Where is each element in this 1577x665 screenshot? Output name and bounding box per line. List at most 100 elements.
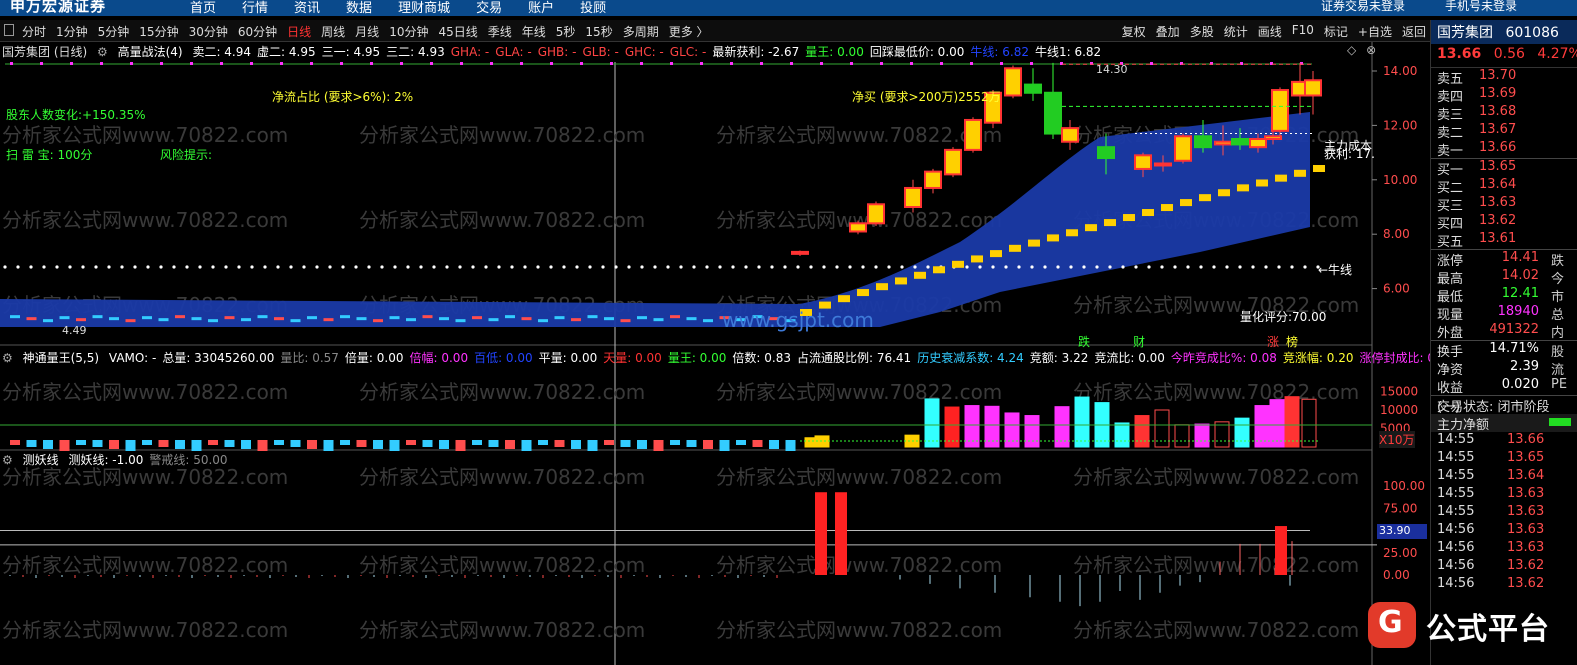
tool-button-1[interactable]: 叠加 [1156,23,1180,40]
mid-indicator-name[interactable]: 神通量王(5,5) [23,351,99,365]
period-tab-8[interactable]: 月线 [355,23,379,40]
panel-toggle-icon[interactable] [4,24,14,36]
tool-button-7[interactable]: +自选 [1358,23,1392,40]
small-volume-bar [439,440,449,449]
sell-row[interactable]: 卖一 13.66 [1431,140,1577,159]
tool-button-4[interactable]: 画线 [1258,23,1282,40]
sell-row[interactable]: 卖四 13.69 [1431,86,1577,105]
tick-row: 14:56 13.62 [1431,558,1577,576]
menu-news[interactable]: 资讯 [294,0,320,16]
period-tab-1[interactable]: 1分钟 [56,23,88,40]
main-indicator-name[interactable]: 高量战法(4) [118,45,183,59]
sell-row[interactable]: 卖五 13.70 [1431,68,1577,87]
marker-dot [670,62,673,65]
tool-button-6[interactable]: 标记 [1324,23,1348,40]
bull-line-dot [614,265,618,269]
settings-icon-mid[interactable]: ⚙ [2,351,13,365]
chart-tools: 复权 叠加 多股 统计 画线 F10 标记 +自选 返回 [1122,23,1426,40]
bull-line-dot [822,265,826,269]
trade-login-link[interactable]: 证券交易未登录 [1321,0,1405,14]
period-tab-15[interactable]: 多周期 [623,23,659,40]
candle-body [1024,83,1042,94]
small-volume-bar [785,440,796,451]
low-indicator-name[interactable]: 测妖线 [23,453,59,467]
quote-panel: 国芳集团 601086 13.66 0.56 4.27% 卖五 13.70 卖四 13… [1430,20,1577,665]
small-volume-bar [356,440,367,447]
sell-row[interactable]: 卖三 13.68 [1431,104,1577,123]
main-flow-header[interactable]: 主力净额 [1431,414,1577,433]
buy-price: 13.62 [1479,213,1517,228]
small-volume-bar [703,440,713,449]
period-tab-2[interactable]: 5分钟 [98,23,130,40]
bull-line-dot [341,265,345,269]
tool-button-5[interactable]: F10 [1292,23,1314,40]
period-tab-6[interactable]: 日线 [287,23,311,40]
diamond-icon[interactable]: ◇ [1347,43,1356,57]
period-tab-3[interactable]: 15分钟 [139,23,178,40]
mobile-login-link[interactable]: 手机号未登录 [1445,0,1517,14]
period-tab-10[interactable]: 45日线 [438,23,477,40]
menu-quotes[interactable]: 行情 [242,0,268,16]
menu-advisor[interactable]: 投顾 [580,0,606,16]
low-ind-item-0: 测妖线: -1.00 [68,453,144,467]
bull-line-dot [302,265,306,269]
main-ind-item-11: 量王: 0.00 [805,45,864,59]
sell-price: 13.67 [1479,122,1517,137]
buy-row[interactable]: 买二 13.64 [1431,177,1577,196]
chart-area[interactable]: 分析家公式网www.70822.com 分析家公式网www.70822.com 分析… [0,42,1484,665]
period-tab-14[interactable]: 15秒 [585,23,612,40]
period-tab-7[interactable]: 周线 [321,23,345,40]
risk-hint: 风险提示: [160,148,213,162]
period-tab-5[interactable]: 60分钟 [238,23,277,40]
close-icon[interactable]: ⊗ [1366,43,1376,57]
period-tab-13[interactable]: 5秒 [556,23,576,40]
settings-icon[interactable]: ⚙ [97,45,108,59]
tick-list[interactable]: 14:55 13.66 14:55 13.65 14:55 13.64 14:55 13.63… [1431,432,1577,594]
small-candle [125,319,136,323]
period-tab-12[interactable]: 年线 [522,23,546,40]
settings-icon-low[interactable]: ⚙ [2,453,13,467]
menu-data[interactable]: 数据 [346,0,372,16]
gsjpt-logo-text: 公式平台 [1426,612,1550,647]
buy-row[interactable]: 买五 13.61 [1431,231,1577,250]
yellow-step-mark [1199,194,1211,202]
buy-row[interactable]: 买四 13.62 [1431,213,1577,232]
menu-home[interactable]: 首页 [190,0,216,16]
bull-line-dot [289,265,293,269]
buy-row[interactable]: 买一 13.65 [1431,159,1577,178]
small-candle [224,316,235,320]
menu-account[interactable]: 账户 [528,0,554,16]
tick-row: 14:56 13.63 [1431,522,1577,540]
menu-wealth[interactable]: 理财商城 [398,0,450,16]
volume-bar [1194,423,1210,448]
bull-line-dot [536,265,540,269]
period-tab-16[interactable]: 更多 〉 [669,23,709,40]
tool-button-3[interactable]: 统计 [1224,23,1248,40]
tool-button-0[interactable]: 复权 [1122,23,1146,40]
bull-line-dot [1264,265,1268,269]
tick-row: 14:55 13.63 [1431,504,1577,522]
low-label: 4.49 [62,324,87,337]
sell-row[interactable]: 卖二 13.67 [1431,122,1577,141]
buy-row[interactable]: 买三 13.63 [1431,195,1577,214]
stats-value: 12.41 [1501,286,1539,301]
candle-body [1214,140,1232,146]
bull-line-dot [211,265,215,269]
tick-price: 13.62 [1507,558,1545,573]
tool-button-2[interactable]: 多股 [1190,23,1214,40]
period-tab-0[interactable]: 分时 [22,23,46,40]
watermark-text: 分析家公式网www.70822.com [1073,618,1359,642]
watermark-text: 分析家公式网www.70822.com [2,380,288,404]
stats-row: 涨停 14.41 跌 [1431,250,1577,269]
menu-trade[interactable]: 交易 [476,0,502,16]
period-tab-9[interactable]: 10分钟 [389,23,428,40]
tool-button-8[interactable]: 返回 [1402,23,1426,40]
marker-dot [550,62,553,65]
bull-line-dot [1251,265,1255,269]
bull-line-dot [406,265,410,269]
bull-line-dot [913,265,917,269]
period-tab-11[interactable]: 季线 [488,23,512,40]
period-tab-4[interactable]: 30分钟 [189,23,228,40]
small-candle [208,319,218,323]
profit-label: 获利: 17. [1324,147,1375,161]
